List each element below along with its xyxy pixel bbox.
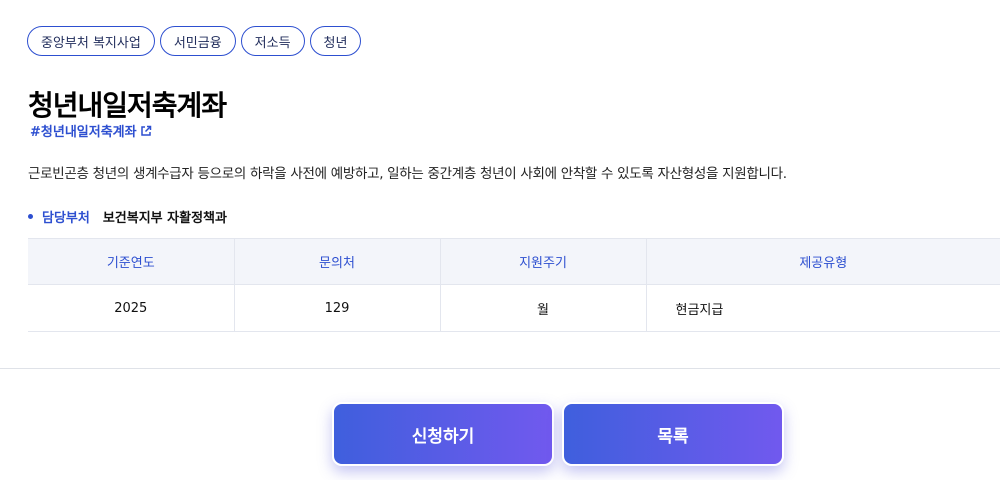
tag-central-welfare[interactable]: 중앙부처 복지사업: [27, 26, 155, 56]
hashtag-link[interactable]: #청년내일저축계좌: [30, 121, 152, 140]
list-button[interactable]: 목록: [562, 402, 784, 466]
info-table: 기준연도 문의처 지원주기 제공유형 2025 129 월 현금지급: [28, 238, 1000, 332]
description: 근로빈곤층 청년의 생계수급자 등으로의 하락을 사전에 예방하고, 일하는 중…: [28, 166, 787, 182]
department-row: 담당부처 보건복지부 자활정책과: [28, 207, 227, 226]
cell-provision-type: 현금지급: [645, 284, 1000, 332]
bullet-icon: [28, 214, 33, 219]
header-base-year: 기준연도: [28, 238, 234, 285]
cell-base-year: 2025: [28, 284, 234, 332]
page-title: 청년내일저축계좌: [28, 89, 227, 122]
table-header-row: 기준연도 문의처 지원주기 제공유형: [28, 238, 1000, 285]
cell-contact: 129: [233, 284, 440, 332]
header-provision-type: 제공유형: [645, 238, 1000, 285]
cell-support-cycle: 월: [439, 284, 646, 332]
tag-low-income[interactable]: 저소득: [240, 26, 305, 56]
header-contact: 문의처: [233, 238, 440, 285]
tag-youth[interactable]: 청년: [309, 26, 362, 56]
hashtag-text: #청년내일저축계좌: [30, 125, 137, 140]
apply-button[interactable]: 신청하기: [332, 402, 554, 466]
header-support-cycle: 지원주기: [439, 238, 646, 285]
department-value: 보건복지부 자활정책과: [102, 211, 227, 226]
external-link-icon: [140, 125, 151, 136]
tag-finance[interactable]: 서민금융: [159, 26, 236, 56]
section-divider: [0, 368, 1000, 369]
table-row: 2025 129 월 현금지급: [28, 284, 1000, 332]
tag-list: 중앙부처 복지사업 서민금융 저소득 청년: [27, 26, 362, 56]
department-label: 담당부처: [42, 211, 90, 226]
